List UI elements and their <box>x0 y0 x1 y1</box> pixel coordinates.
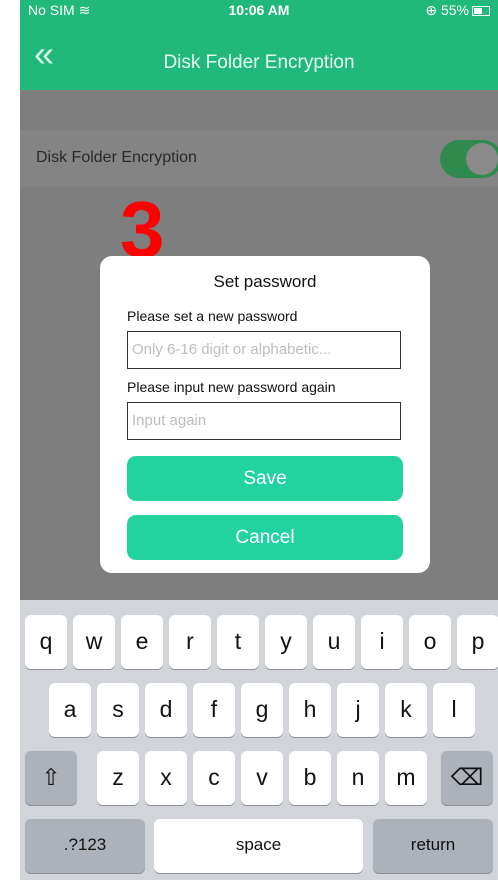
key[interactable]: t <box>217 615 259 669</box>
page-title: Disk Folder Encryption <box>163 52 355 73</box>
confirm-password-input[interactable]: Input again <box>127 402 401 440</box>
key[interactable]: x <box>145 751 187 805</box>
key[interactable]: q <box>25 615 67 669</box>
key[interactable]: h <box>289 683 331 737</box>
key[interactable]: w <box>73 615 115 669</box>
numbers-key[interactable]: .?123 <box>25 819 145 873</box>
key[interactable]: d <box>145 683 187 737</box>
key[interactable]: n <box>337 751 379 805</box>
save-button[interactable]: Save <box>127 456 403 501</box>
key[interactable]: b <box>289 751 331 805</box>
setting-label: Disk Folder Encryption <box>36 149 197 166</box>
key[interactable]: i <box>361 615 403 669</box>
key[interactable]: a <box>49 683 91 737</box>
key[interactable]: m <box>385 751 427 805</box>
key[interactable]: e <box>121 615 163 669</box>
toggle-knob <box>466 143 498 175</box>
key[interactable]: p <box>457 615 498 669</box>
encryption-setting-row: Disk Folder Encryption <box>20 130 498 187</box>
dialog-title: Set password <box>213 272 317 291</box>
key[interactable]: s <box>97 683 139 737</box>
keyboard: q w e r t y u i o p a s d f g h j k l ⇧ … <box>20 600 498 880</box>
key[interactable]: o <box>409 615 451 669</box>
key[interactable]: g <box>241 683 283 737</box>
backspace-icon: ⌫ <box>450 764 484 790</box>
return-key[interactable]: return <box>373 819 493 873</box>
shift-icon: ⇧ <box>41 764 61 790</box>
location-icon: ⊕ <box>425 2 438 18</box>
set-password-dialog: Set password Please set a new password O… <box>100 256 430 573</box>
battery-indicator: ⊕ 55% <box>425 2 490 19</box>
nav-bar: « Disk Folder Encryption <box>20 20 498 90</box>
new-password-label: Please set a new password <box>127 308 298 324</box>
status-bar: No SIM ≋ 10:06 AM ⊕ 55% <box>20 0 498 20</box>
cancel-button[interactable]: Cancel <box>127 515 403 560</box>
key[interactable]: c <box>193 751 235 805</box>
key[interactable]: u <box>313 615 355 669</box>
battery-icon <box>472 6 490 17</box>
new-password-input[interactable]: Only 6-16 digit or alphabetic... <box>127 331 401 369</box>
backspace-key[interactable]: ⌫ <box>441 751 493 805</box>
encryption-toggle[interactable] <box>440 140 498 178</box>
key[interactable]: z <box>97 751 139 805</box>
key[interactable]: y <box>265 615 307 669</box>
shift-key[interactable]: ⇧ <box>25 751 77 805</box>
key[interactable]: j <box>337 683 379 737</box>
key[interactable]: r <box>169 615 211 669</box>
key[interactable]: f <box>193 683 235 737</box>
space-key[interactable]: space <box>154 819 363 873</box>
confirm-password-label: Please input new password again <box>127 379 336 395</box>
key[interactable]: l <box>433 683 475 737</box>
key[interactable]: k <box>385 683 427 737</box>
key[interactable]: v <box>241 751 283 805</box>
phone-screen: No SIM ≋ 10:06 AM ⊕ 55% « Disk Folder En… <box>20 0 498 880</box>
